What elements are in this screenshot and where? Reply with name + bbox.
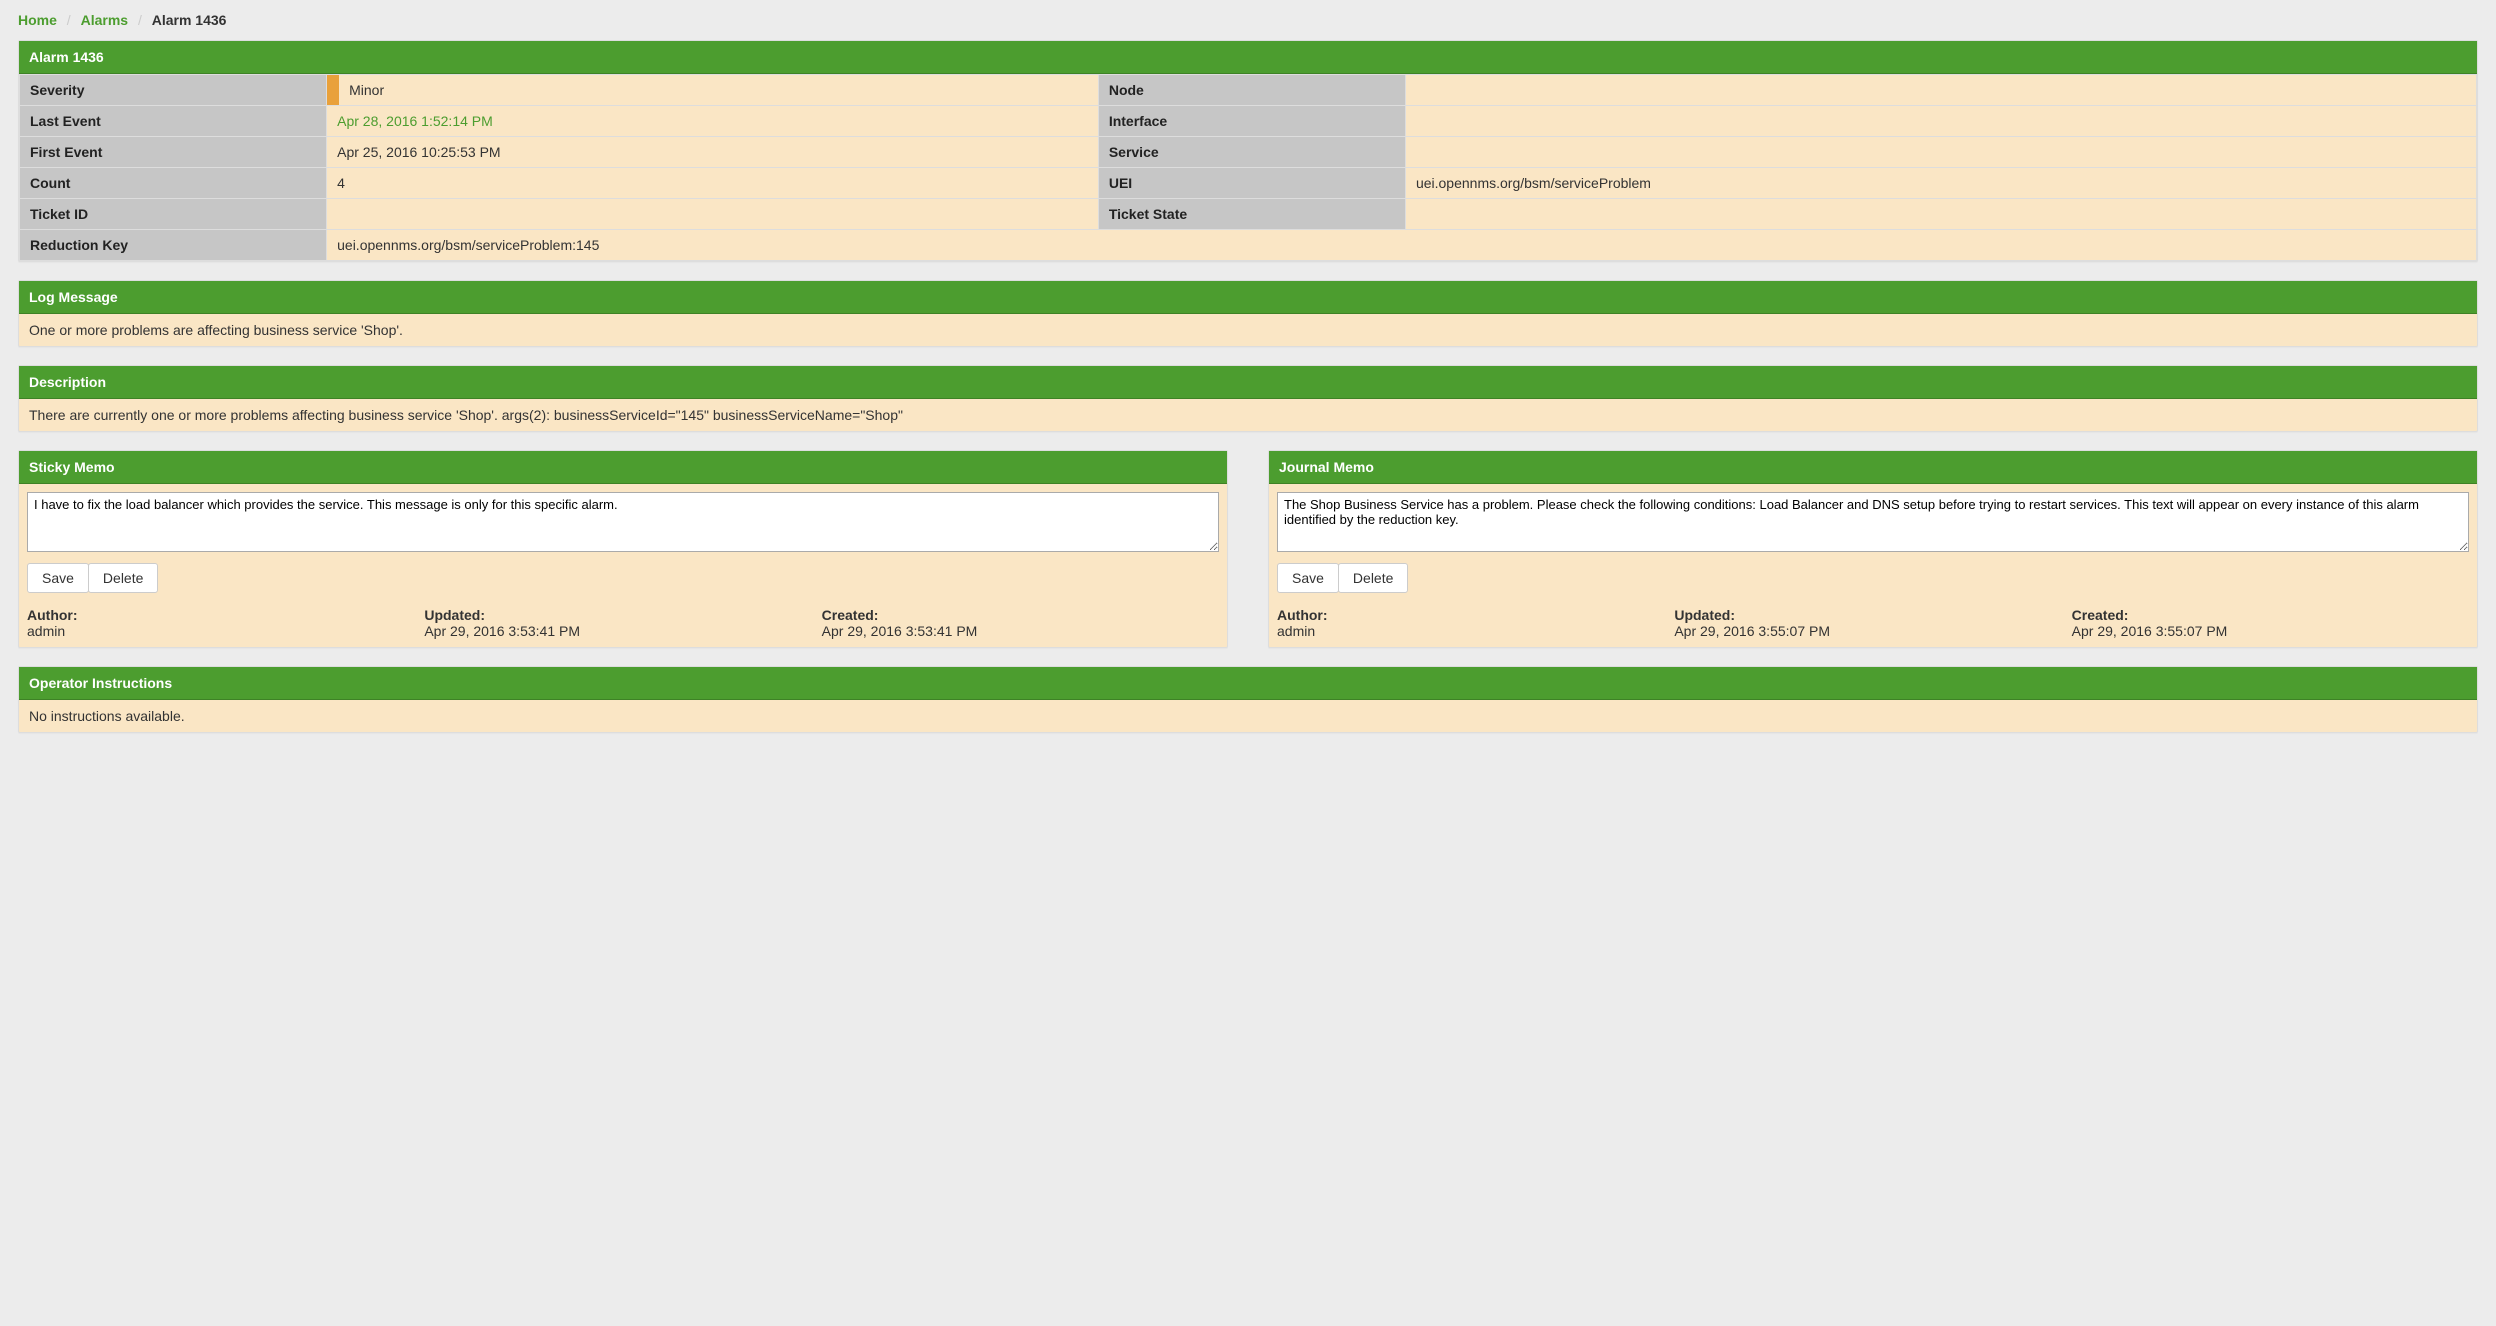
journal-created-label: Created:	[2072, 607, 2469, 623]
breadcrumb-alarms[interactable]: Alarms	[81, 12, 128, 28]
log-message-panel: Log Message One or more problems are aff…	[18, 280, 2478, 347]
description-text: There are currently one or more problems…	[19, 399, 2477, 431]
sticky-updated-label: Updated:	[424, 607, 821, 623]
alarm-details-title: Alarm 1436	[19, 41, 2477, 74]
journal-memo-textarea[interactable]	[1277, 492, 2469, 552]
label-first-event: First Event	[20, 137, 327, 168]
value-interface	[1405, 106, 2476, 137]
journal-memo-buttons: Save Delete	[1277, 563, 1408, 593]
journal-author-value: admin	[1277, 623, 1674, 639]
label-uei: UEI	[1098, 168, 1405, 199]
value-severity: Minor	[339, 75, 394, 105]
breadcrumb-current: Alarm 1436	[152, 12, 227, 28]
value-ticket-state	[1405, 199, 2476, 230]
label-service: Service	[1098, 137, 1405, 168]
operator-instructions-text: No instructions available.	[19, 700, 2477, 732]
journal-save-button[interactable]: Save	[1277, 563, 1339, 593]
sticky-memo-panel: Sticky Memo Save Delete Author: admin Up…	[18, 450, 1228, 648]
value-count: 4	[327, 168, 1099, 199]
label-ticket-id: Ticket ID	[20, 199, 327, 230]
journal-updated-value: Apr 29, 2016 3:55:07 PM	[1674, 623, 2071, 639]
sticky-memo-title: Sticky Memo	[19, 451, 1227, 484]
sticky-memo-meta: Author: admin Updated: Apr 29, 2016 3:53…	[27, 607, 1219, 639]
label-severity: Severity	[20, 75, 327, 106]
label-node: Node	[1098, 75, 1405, 106]
value-service	[1405, 137, 2476, 168]
label-ticket-state: Ticket State	[1098, 199, 1405, 230]
value-first-event: Apr 25, 2016 10:25:53 PM	[327, 137, 1099, 168]
label-interface: Interface	[1098, 106, 1405, 137]
sticky-created-value: Apr 29, 2016 3:53:41 PM	[822, 623, 1219, 639]
log-message-title: Log Message	[19, 281, 2477, 314]
operator-instructions-panel: Operator Instructions No instructions av…	[18, 666, 2478, 733]
journal-memo-panel: Journal Memo Save Delete Author: admin U…	[1268, 450, 2478, 648]
value-severity-cell: Minor	[327, 75, 1099, 106]
value-node	[1405, 75, 2476, 106]
operator-instructions-title: Operator Instructions	[19, 667, 2477, 700]
sticky-author-label: Author:	[27, 607, 424, 623]
alarm-details-table: Severity Minor Node Last Event Apr 28, 2…	[19, 74, 2477, 261]
journal-memo-meta: Author: admin Updated: Apr 29, 2016 3:55…	[1277, 607, 2469, 639]
value-uei: uei.opennms.org/bsm/serviceProblem	[1405, 168, 2476, 199]
label-last-event: Last Event	[20, 106, 327, 137]
value-last-event-cell: Apr 28, 2016 1:52:14 PM	[327, 106, 1099, 137]
alarm-details-panel: Alarm 1436 Severity Minor Node Last Even…	[18, 40, 2478, 262]
journal-delete-button[interactable]: Delete	[1338, 563, 1408, 593]
label-count: Count	[20, 168, 327, 199]
last-event-link[interactable]: Apr 28, 2016 1:52:14 PM	[337, 113, 493, 129]
breadcrumb-sep: /	[61, 12, 77, 28]
value-reduction-key: uei.opennms.org/bsm/serviceProblem:145	[327, 230, 2477, 261]
severity-color-bar	[327, 75, 339, 105]
breadcrumb-home[interactable]: Home	[18, 12, 57, 28]
journal-memo-title: Journal Memo	[1269, 451, 2477, 484]
breadcrumb: Home / Alarms / Alarm 1436	[18, 12, 2478, 40]
sticky-delete-button[interactable]: Delete	[88, 563, 158, 593]
sticky-save-button[interactable]: Save	[27, 563, 89, 593]
description-panel: Description There are currently one or m…	[18, 365, 2478, 432]
sticky-created-label: Created:	[822, 607, 1219, 623]
sticky-memo-buttons: Save Delete	[27, 563, 158, 593]
sticky-memo-textarea[interactable]	[27, 492, 1219, 552]
breadcrumb-sep: /	[132, 12, 148, 28]
description-title: Description	[19, 366, 2477, 399]
sticky-updated-value: Apr 29, 2016 3:53:41 PM	[424, 623, 821, 639]
journal-created-value: Apr 29, 2016 3:55:07 PM	[2072, 623, 2469, 639]
journal-updated-label: Updated:	[1674, 607, 2071, 623]
sticky-author-value: admin	[27, 623, 424, 639]
label-reduction-key: Reduction Key	[20, 230, 327, 261]
value-ticket-id	[327, 199, 1099, 230]
log-message-text: One or more problems are affecting busin…	[19, 314, 2477, 346]
memo-row: Sticky Memo Save Delete Author: admin Up…	[18, 450, 2478, 648]
journal-author-label: Author:	[1277, 607, 1674, 623]
